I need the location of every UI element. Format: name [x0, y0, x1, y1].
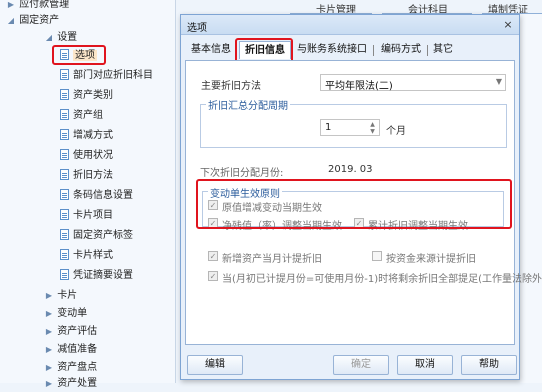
tree-item-label: 选项 [73, 50, 97, 61]
tree-item-increase-decrease[interactable]: 增减方式 [60, 127, 113, 144]
tree-item-impairment[interactable]: ▶ 减值准备 [44, 341, 97, 358]
document-icon [60, 229, 69, 240]
document-icon [60, 69, 69, 80]
period-spinner[interactable]: 1 ▲ ▼ [320, 119, 380, 136]
expand-arrow-icon[interactable]: ▶ [44, 359, 54, 376]
tree-item-asset-group[interactable]: 资产组 [60, 107, 103, 124]
spin-down-icon[interactable]: ▼ [368, 128, 377, 135]
tree-item-label: 折旧方法 [73, 170, 113, 181]
tree-item-label: 减值准备 [57, 344, 98, 355]
workspace-tabs: 卡片管理 会计科目 填制凭证 [290, 0, 542, 16]
document-icon [60, 269, 69, 280]
tree-item-asset-category[interactable]: 资产类别 [60, 87, 113, 104]
checkbox[interactable] [372, 251, 382, 261]
tree-item-asset-labels[interactable]: 固定资产标签 [60, 227, 133, 244]
tree-item-label: 条码信息设置 [73, 190, 133, 201]
next-month-label: 下次折旧分配月份: [200, 168, 284, 179]
tree-item-label: 增减方式 [73, 130, 113, 141]
document-icon [60, 109, 69, 120]
tree-item-inventory-count[interactable]: ▶ 资产盘点 [44, 359, 97, 376]
tab-accounting-interface[interactable]: 与账务系统接口 [293, 41, 371, 59]
tree-item-label: 固定资产标签 [73, 230, 133, 241]
tree-item-label: 设置 [57, 32, 78, 43]
tab-coding-scheme[interactable]: 编码方式 [376, 41, 426, 59]
nav-tree: ▶ 应付款管理 ◢ 固定资产 ◢ 设置 选项 部门对应折旧科目 资产类别 资产组… [0, 0, 176, 389]
tree-item-fixed-assets[interactable]: ◢ 固定资产 [6, 12, 59, 29]
method-value: 平均年限法(二) [325, 81, 393, 92]
tree-item-cards[interactable]: ▶ 卡片 [44, 287, 77, 304]
tree-item-barcode-settings[interactable]: 条码信息设置 [60, 187, 133, 204]
tree-item-label: 变动单 [57, 308, 88, 319]
tab-separator [373, 45, 374, 56]
edit-button[interactable]: 编辑 [187, 355, 243, 375]
tree-item-card-style[interactable]: 卡片样式 [60, 247, 113, 264]
workspace-background [520, 14, 542, 383]
document-icon [60, 249, 69, 260]
ok-button[interactable]: 确定 [333, 355, 389, 375]
tree-item-label: 凭证摘要设置 [73, 270, 133, 281]
expand-arrow-icon[interactable]: ▶ [44, 305, 54, 322]
document-icon [60, 129, 69, 140]
tree-item-asset-evaluation[interactable]: ▶ 资产评估 [44, 323, 97, 340]
cancel-button[interactable]: 取消 [397, 355, 453, 375]
tree-item-label: 固定资产 [19, 15, 60, 26]
tree-item-asset-disposal[interactable]: ▶ 资产处置 [44, 375, 97, 392]
tree-item-voucher-summary[interactable]: 凭证摘要设置 [60, 267, 133, 284]
option-label: 新增资产当月计提折旧 [222, 254, 322, 265]
tab-basic-info[interactable]: 基本信息 [187, 41, 235, 59]
checkbox[interactable]: ✓ [208, 271, 218, 281]
collapse-arrow-icon[interactable]: ◢ [6, 12, 16, 29]
document-icon [60, 189, 69, 200]
tree-item-label: 卡片样式 [73, 250, 113, 261]
expand-arrow-icon[interactable]: ▶ [44, 287, 54, 304]
tab-separator [427, 45, 428, 56]
highlight-box [196, 179, 512, 229]
tab-other[interactable]: 其它 [430, 41, 456, 59]
document-icon [60, 89, 69, 100]
depreciation-panel: 主要折旧方法 平均年限法(二) ▼ 折旧汇总分配周期 1 ▲ ▼ 个月 下次折旧… [185, 60, 542, 345]
option-label: 当(月初已计提月份=可使用月份-1)时将剩余折旧全部提足(工作量法除外) [222, 274, 542, 285]
options-dialog: 选项 × 基本信息 折旧信息 与账务系统接口 编码方式 其它 主要折旧方法 平均… [180, 14, 542, 380]
tree-item-card-items[interactable]: 卡片项目 [60, 207, 113, 224]
tree-item-label: 资产处置 [57, 378, 98, 389]
spin-up-icon[interactable]: ▲ [368, 121, 377, 128]
checkbox[interactable]: ✓ [208, 251, 218, 261]
period-unit: 个月 [386, 126, 406, 137]
expand-arrow-icon[interactable]: ▶ [44, 375, 54, 392]
dialog-title: 选项 [187, 23, 207, 34]
tree-item-dept-depreciation-account[interactable]: 部门对应折旧科目 [60, 67, 153, 84]
tree-item-label: 资产组 [73, 110, 103, 121]
collapse-arrow-icon[interactable]: ◢ [44, 29, 54, 46]
chevron-down-icon[interactable]: ▼ [496, 77, 502, 86]
document-icon [60, 169, 69, 180]
document-icon [60, 49, 69, 60]
dialog-tabbar: 基本信息 折旧信息 与账务系统接口 编码方式 其它 [181, 37, 519, 64]
tree-item-label: 资产评估 [57, 326, 98, 337]
help-button[interactable]: 帮助 [461, 355, 517, 375]
tree-item-label: 资产类别 [73, 90, 113, 101]
method-select[interactable]: 平均年限法(二) ▼ [320, 74, 506, 92]
next-month-value: 2019. 03 [328, 164, 373, 175]
tree-item-settings[interactable]: ◢ 设置 [44, 29, 77, 46]
expand-arrow-icon[interactable]: ▶ [44, 341, 54, 358]
tree-item-label: 资产盘点 [57, 362, 98, 373]
tree-item-label: 使用状况 [73, 150, 113, 161]
tree-item-usage-status[interactable]: 使用状况 [60, 147, 113, 164]
period-value: 1 [325, 122, 332, 133]
method-label: 主要折旧方法 [201, 81, 261, 92]
dialog-titlebar[interactable]: 选项 × [181, 15, 519, 35]
tree-item-options[interactable]: 选项 [60, 47, 97, 64]
document-icon [60, 149, 69, 160]
tree-item-label: 卡片 [57, 290, 78, 301]
close-icon[interactable]: × [501, 18, 515, 32]
document-icon [60, 209, 69, 220]
period-group-label: 折旧汇总分配周期 [206, 97, 290, 112]
tree-item-change-orders[interactable]: ▶ 变动单 [44, 305, 87, 322]
tree-item-label: 卡片项目 [73, 210, 113, 221]
tree-item-label: 部门对应折旧科目 [73, 70, 153, 81]
expand-arrow-icon[interactable]: ▶ [44, 323, 54, 340]
tree-item-depreciation-method[interactable]: 折旧方法 [60, 167, 113, 184]
option-label: 按资金来源计提折旧 [386, 254, 476, 265]
tree-item-label: 应付款管理 [19, 0, 70, 10]
